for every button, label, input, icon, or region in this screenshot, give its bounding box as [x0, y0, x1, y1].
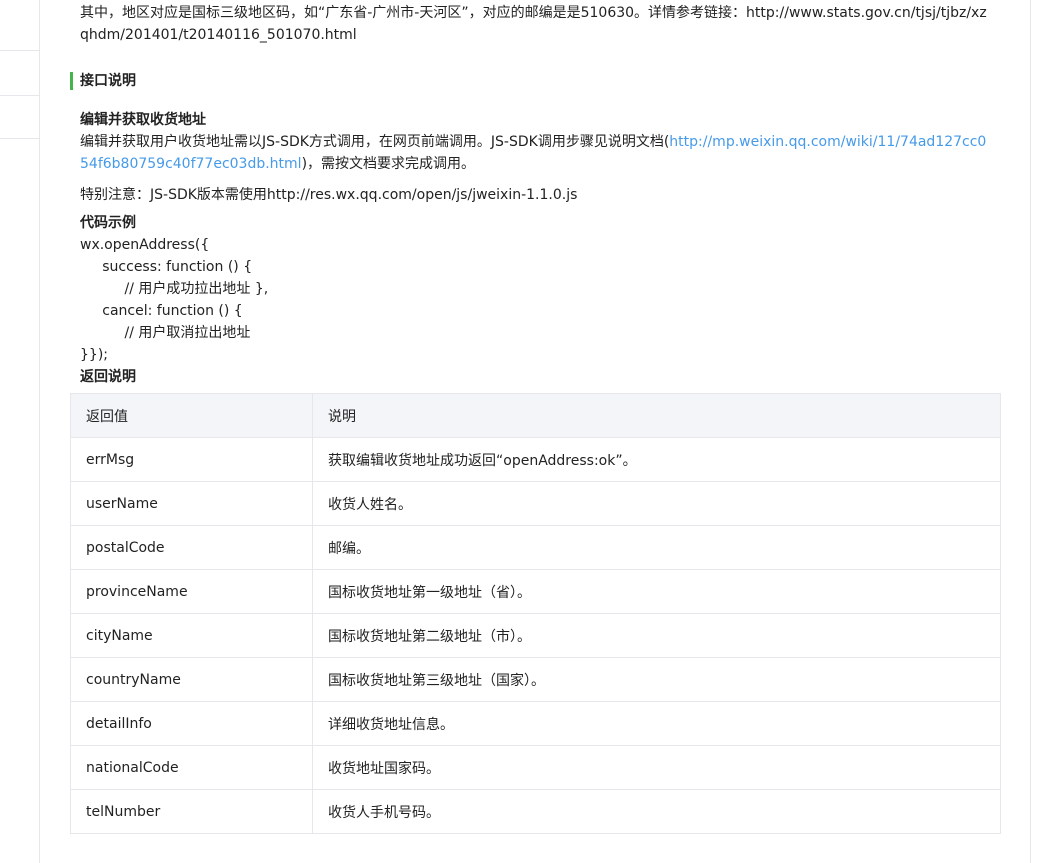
- code-line: success: function () {: [80, 259, 253, 275]
- description-cell: 国标收货地址第二级地址（市）。: [312, 613, 1001, 658]
- table-row: userName 收货人姓名。: [70, 481, 1001, 526]
- api-description: 编辑并获取用户收货地址需以JS-SDK方式调用，在网页前端调用。JS-SDK调用…: [80, 131, 992, 175]
- column-header-description: 说明: [312, 393, 1001, 438]
- return-title: 返回说明: [80, 369, 136, 385]
- code-line: // 用户成功拉出地址 },: [80, 281, 269, 297]
- description-cell: 国标收货地址第三级地址（国家）。: [312, 657, 1001, 702]
- description-cell: 详细收货地址信息。: [312, 701, 1001, 746]
- table-row: provinceName 国标收货地址第一级地址（省）。: [70, 569, 1001, 614]
- return-value-cell: provinceName: [70, 569, 313, 614]
- sidebar-divider: [0, 138, 39, 139]
- api-title: 编辑并获取收货地址: [80, 112, 206, 128]
- api-desc-prefix: 编辑并获取用户收货地址需以JS-SDK方式调用，在网页前端调用。JS-SDK调用…: [80, 134, 670, 150]
- column-header-return-value: 返回值: [70, 393, 313, 438]
- return-value-cell: nationalCode: [70, 745, 313, 790]
- sidebar-divider: [0, 95, 39, 96]
- return-value-cell: detailInfo: [70, 701, 313, 746]
- return-value-cell: cityName: [70, 613, 313, 658]
- return-value-cell: errMsg: [70, 437, 313, 482]
- right-border: [1030, 0, 1031, 863]
- version-notice: 特别注意：JS-SDK版本需使用http://res.wx.qq.com/ope…: [80, 187, 578, 203]
- description-cell: 国标收货地址第一级地址（省）。: [312, 569, 1001, 614]
- return-value-cell: postalCode: [70, 525, 313, 570]
- table-row: countryName 国标收货地址第三级地址（国家）。: [70, 657, 1001, 702]
- table-row: cityName 国标收货地址第二级地址（市）。: [70, 613, 1001, 658]
- intro-text: 其中，地区对应是国标三级地区码，如“广东省-广州市-天河区”，对应的邮编是是51…: [80, 5, 987, 43]
- table-row: telNumber 收货人手机号码。: [70, 789, 1001, 834]
- table-header-row: 返回值 说明: [70, 393, 1001, 438]
- code-line: wx.openAddress({: [80, 237, 210, 253]
- return-value-cell: countryName: [70, 657, 313, 702]
- description-cell: 收货地址国家码。: [312, 745, 1001, 790]
- api-desc-suffix: )，需按文档要求完成调用。: [301, 156, 476, 172]
- return-table: 返回值 说明 errMsg 获取编辑收货地址成功返回“openAddress:o…: [70, 393, 1001, 834]
- table-row: nationalCode 收货地址国家码。: [70, 745, 1001, 790]
- section-heading: 接口说明: [70, 72, 136, 90]
- table-row: errMsg 获取编辑收货地址成功返回“openAddress:ok”。: [70, 437, 1001, 482]
- code-title: 代码示例: [80, 215, 136, 231]
- code-line: }});: [80, 347, 108, 363]
- description-cell: 收货人手机号码。: [312, 789, 1001, 834]
- code-example: wx.openAddress({ success: function () { …: [80, 234, 268, 366]
- sidebar-divider: [0, 50, 39, 51]
- table-row: postalCode 邮编。: [70, 525, 1001, 570]
- code-line: cancel: function () {: [80, 303, 243, 319]
- description-cell: 邮编。: [312, 525, 1001, 570]
- description-cell: 收货人姓名。: [312, 481, 1001, 526]
- description-cell: 获取编辑收货地址成功返回“openAddress:ok”。: [312, 437, 1001, 482]
- table-row: detailInfo 详细收货地址信息。: [70, 701, 1001, 746]
- left-sidebar: [0, 0, 40, 863]
- return-value-cell: telNumber: [70, 789, 313, 834]
- return-value-cell: userName: [70, 481, 313, 526]
- code-line: // 用户取消拉出地址: [80, 325, 251, 341]
